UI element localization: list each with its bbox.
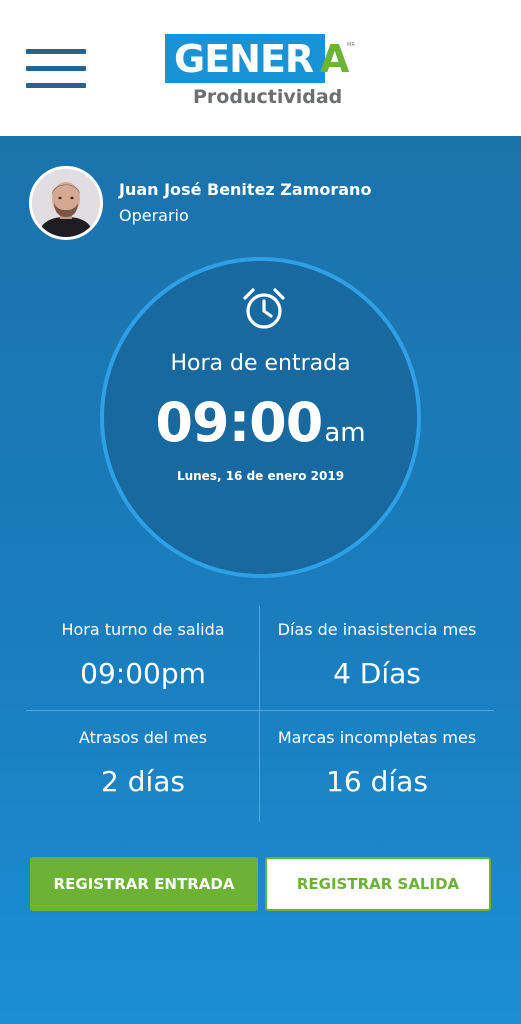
genera-logo: GENER A MR Productividad: [165, 34, 360, 114]
menu-bar: [26, 66, 86, 71]
register-entry-button[interactable]: REGISTRAR ENTRADA: [30, 857, 258, 911]
logo-accent-letter: A: [320, 37, 350, 81]
stat-shift-end: Hora turno de salida 09:00pm: [26, 620, 260, 690]
logo-trademark: MR: [347, 42, 355, 48]
logo-main-text: GENER: [174, 37, 314, 81]
main-panel: Juan José Benitez Zamorano Operario Hora…: [0, 136, 521, 1024]
avatar-portrait: [32, 169, 100, 237]
stat-value: 4 Días: [333, 657, 421, 690]
check-in-clock: Hora de entrada 09:00am: [100, 257, 421, 578]
alarm-clock-icon: [243, 288, 285, 329]
time-period: am: [324, 418, 366, 448]
stat-value: 2 días: [100, 765, 185, 798]
stat-absences: Días de inasistencia mes 4 Días: [260, 620, 494, 690]
stat-delays: Atrasos del mes 2 días: [26, 728, 260, 798]
clock-date: Lunes, 16 de enero 2019: [176, 469, 345, 483]
app-header: GENER A MR Productividad: [0, 0, 521, 136]
check-in-time: 09:00am: [104, 391, 417, 454]
menu-bar: [26, 83, 86, 88]
register-exit-button[interactable]: REGISTRAR SALIDA: [265, 857, 491, 911]
stat-label: Marcas incompletas mes: [277, 728, 477, 747]
user-name: Juan José Benitez Zamorano: [119, 180, 372, 199]
stat-label: Atrasos del mes: [78, 728, 208, 747]
avatar[interactable]: [29, 166, 103, 240]
stat-incomplete-marks: Marcas incompletas mes 16 días: [260, 728, 494, 798]
stat-value: 09:00pm: [80, 657, 206, 690]
time-value: 09:00: [155, 391, 323, 454]
clock-label: Hora de entrada: [170, 351, 351, 376]
stat-value: 16 días: [326, 765, 428, 798]
stat-label: Días de inasistencia mes: [277, 620, 477, 639]
stats-divider-horizontal: [26, 710, 494, 711]
hamburger-menu-icon[interactable]: [26, 49, 88, 91]
stats-grid: Hora turno de salida 09:00pm Días de ina…: [26, 606, 494, 822]
logo-subtitle: Productividad: [193, 86, 343, 108]
menu-bar: [26, 49, 86, 54]
user-role: Operario: [119, 206, 189, 225]
stat-label: Hora turno de salida: [61, 620, 225, 639]
